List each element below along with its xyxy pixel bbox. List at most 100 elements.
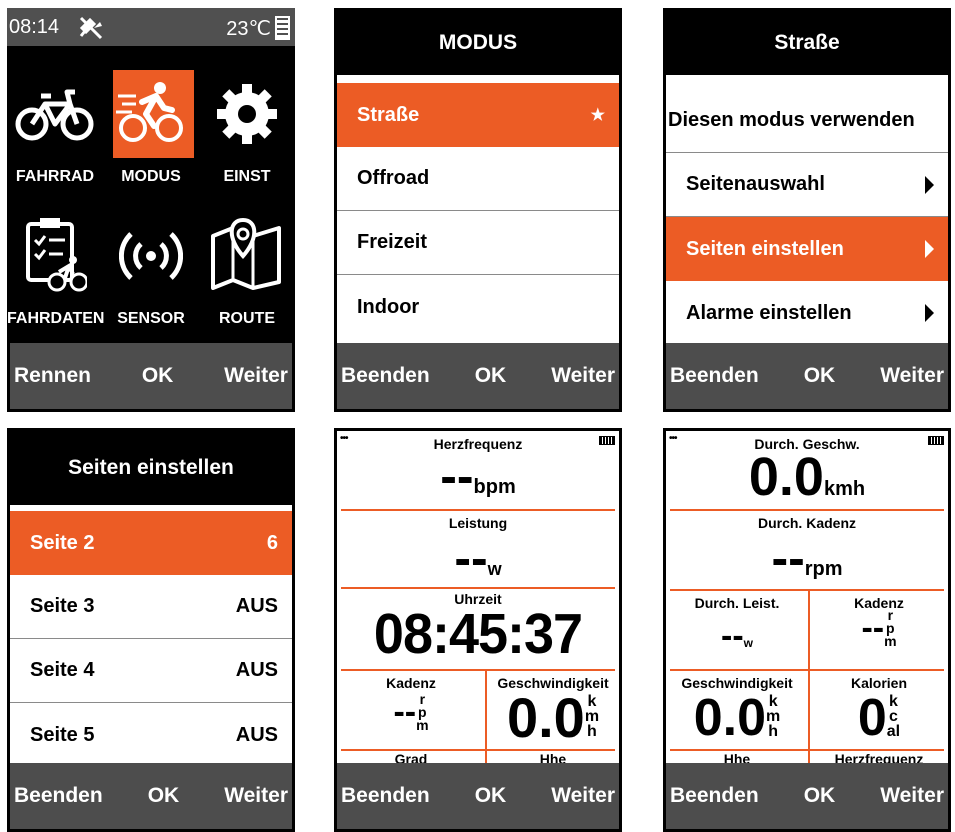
list-item-label: Alarme einstellen — [686, 301, 852, 324]
strasse-screen: Straße Diesen modus verwenden Seitenausw… — [663, 8, 951, 412]
data-page-1-screen: ••• Herzfrequenz --bpm Leistung --w Uhrz… — [334, 428, 622, 832]
list-item-strasse[interactable]: Straße ★ — [337, 83, 619, 147]
map-pin-icon — [211, 217, 281, 290]
page-title: Straße — [666, 11, 948, 75]
menu-item-fahrdaten[interactable]: FAHRDATEN — [7, 212, 104, 332]
field-label-kadenz: Kadenz — [386, 675, 436, 691]
softkey-left[interactable]: Beenden — [341, 364, 430, 388]
chevron-right-icon — [925, 175, 934, 194]
list-item-value: 6 — [266, 531, 278, 554]
unit-text: kmh — [823, 478, 866, 500]
field-label-hhe: Hhe — [539, 751, 567, 763]
softkey-ok[interactable]: OK — [148, 784, 180, 808]
list-item-label: Seite 3 — [30, 595, 95, 617]
menu-item-route[interactable]: ROUTE — [199, 212, 295, 332]
seiten-list-panel: Seiten einstellen Seite 2 6 Seite 3 AUS … — [10, 431, 292, 763]
list-item-seitenauswahl[interactable]: Seitenauswahl — [666, 153, 948, 217]
list-item-value: AUS — [235, 595, 278, 617]
field-divider — [341, 669, 615, 671]
battery-icon — [275, 16, 290, 40]
temperature: 23℃ — [226, 18, 271, 40]
list-item-label: Offroad — [357, 167, 430, 189]
list-item-seite-3[interactable]: Seite 3 AUS — [10, 575, 292, 639]
menu-item-sensor[interactable]: SENSOR — [103, 212, 199, 332]
sensor-signal-icon — [119, 232, 183, 280]
list-item-alarme-einstellen[interactable]: Alarme einstellen — [666, 281, 948, 343]
softkey-left[interactable]: Rennen — [14, 364, 91, 388]
value-text: 0.0 — [748, 447, 824, 507]
list-item-offroad[interactable]: Offroad — [337, 147, 619, 211]
softkey-right[interactable]: Weiter — [551, 364, 615, 388]
softkey-ok[interactable]: OK — [475, 364, 507, 388]
softkey-right[interactable]: Weiter — [224, 784, 288, 808]
field-label-hhe: Hhe — [723, 751, 751, 763]
main-menu-screen: 08:14 23℃ FAHRRAD MODUS EINST FAHRDATEN … — [7, 8, 295, 412]
value-text: -- — [721, 617, 744, 655]
menu-item-einst[interactable]: EINST — [199, 70, 295, 190]
field-divider — [670, 509, 944, 511]
list-item-seite-2[interactable]: Seite 2 6 — [10, 511, 292, 575]
modus-list-panel: MODUS Straße ★ Offroad Freizeit Indoor — [337, 11, 619, 343]
menu-item-label: FAHRRAD — [15, 168, 95, 185]
softkey-right[interactable]: Weiter — [224, 364, 288, 388]
field-divider — [670, 669, 944, 671]
softkey-ok[interactable]: OK — [142, 364, 174, 388]
value-text: 0 — [857, 689, 887, 747]
data-field-panel: ••• Durch. Geschw. 0.0kmh Durch. Kadenz … — [666, 431, 948, 763]
softkey-right[interactable]: Weiter — [880, 364, 944, 388]
softkey-left[interactable]: Beenden — [341, 784, 430, 808]
unit-text: rpm — [884, 607, 897, 649]
strasse-list-panel: Straße Diesen modus verwenden Seitenausw… — [666, 11, 948, 343]
field-value-geschwindigkeit: 0.0 k m h — [487, 687, 619, 749]
list-item-seiten-einstellen[interactable]: Seiten einstellen — [666, 217, 948, 281]
favorite-star-icon: ★ — [590, 107, 605, 124]
field-label-grad: Grad — [394, 751, 428, 763]
seiten-einstellen-screen: Seiten einstellen Seite 2 6 Seite 3 AUS … — [7, 428, 295, 832]
menu-item-label: ROUTE — [219, 310, 275, 327]
softkey-left[interactable]: Beenden — [670, 784, 759, 808]
softkey-ok[interactable]: OK — [804, 364, 836, 388]
list-item-indoor[interactable]: Indoor — [337, 275, 619, 339]
menu-item-fahrrad[interactable]: FAHRRAD — [7, 70, 103, 190]
list-item-label: Seite 2 — [30, 531, 95, 554]
list-item-label: Diesen modus verwenden — [668, 109, 915, 131]
gps-off-icon — [79, 16, 103, 40]
softkey-ok[interactable]: OK — [804, 784, 836, 808]
list-item-seite-5[interactable]: Seite 5 AUS — [10, 703, 292, 763]
list-item-label: Seiten einstellen — [686, 237, 844, 260]
value-text: 0.0 — [693, 689, 767, 747]
menu-item-modus[interactable]: MODUS — [103, 70, 199, 190]
list-item-label: Seite 4 — [30, 659, 95, 681]
softkey-right[interactable]: Weiter — [551, 784, 615, 808]
softkey-left[interactable]: Beenden — [670, 364, 759, 388]
unit-text: kmh — [766, 693, 781, 740]
field-value-uhrzeit: 08:45:37 — [373, 602, 583, 666]
list-item-label: Freizeit — [357, 231, 428, 253]
unit-text: w — [487, 559, 502, 579]
field-value-durch-kadenz: --rpm — [666, 531, 948, 596]
value-text: -- — [440, 448, 474, 504]
clock: 08:14 — [9, 16, 60, 38]
data-page-2-screen: ••• Durch. Geschw. 0.0kmh Durch. Kadenz … — [663, 428, 951, 832]
field-value-herzfrequenz: --bpm — [337, 449, 619, 514]
unit-text: kmh — [584, 693, 600, 740]
clipboard-cyclist-icon — [26, 218, 87, 292]
softkey-ok[interactable]: OK — [475, 784, 507, 808]
field-label-herzfrequenz: Herzfrequenz — [834, 751, 924, 763]
list-item-label: Straße — [357, 103, 420, 126]
list-item-seite-4[interactable]: Seite 4 AUS — [10, 639, 292, 703]
value-text: 0.0 — [506, 686, 585, 749]
softkey-right[interactable]: Weiter — [880, 784, 944, 808]
status-bar: 08:14 23℃ — [7, 8, 295, 46]
modus-screen: MODUS Straße ★ Offroad Freizeit Indoor B… — [334, 8, 622, 412]
unit-text: k c al — [886, 693, 901, 740]
field-label-durch-kadenz: Durch. Kadenz — [757, 515, 856, 531]
list-item-freizeit[interactable]: Freizeit — [337, 211, 619, 275]
softkey-bar: Beenden OK Weiter — [666, 763, 948, 829]
softkey-left[interactable]: Beenden — [14, 784, 103, 808]
page-title: Seiten einstellen — [10, 431, 292, 505]
list-item-diesen-modus-verwenden[interactable]: Diesen modus verwenden — [666, 89, 948, 153]
softkey-bar: Rennen OK Weiter — [10, 343, 292, 409]
softkey-bar: Beenden OK Weiter — [337, 343, 619, 409]
field-value-geschwindigkeit: 0.0 k m h — [666, 687, 808, 749]
